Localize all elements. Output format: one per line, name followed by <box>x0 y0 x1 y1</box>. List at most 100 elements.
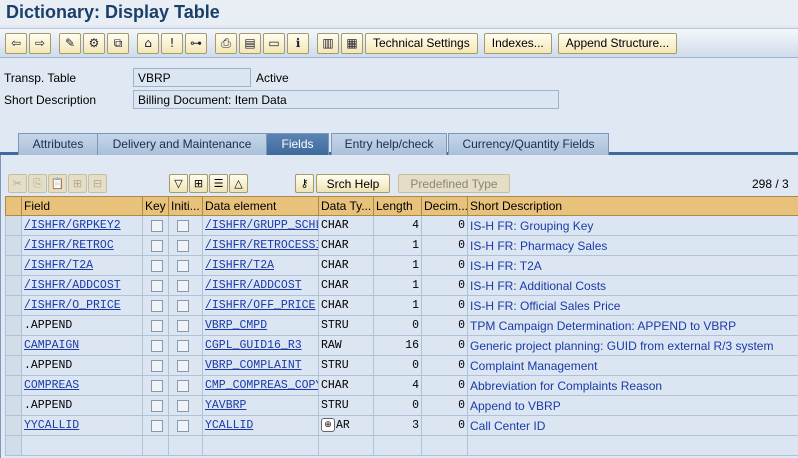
key-checkbox[interactable] <box>151 300 163 313</box>
row-selector[interactable] <box>5 235 22 256</box>
field-name-link[interactable]: /ISHFR/O_PRICE <box>24 299 121 312</box>
key-checkbox[interactable] <box>151 400 163 413</box>
data-element-cell[interactable]: CGPL_GUID16_R3 <box>202 335 319 356</box>
field-name-link[interactable]: COMPREAS <box>24 379 79 392</box>
indexes-button[interactable]: Indexes... <box>483 32 552 54</box>
expand-icon[interactable]: ⊞ <box>189 174 208 193</box>
field-cell[interactable]: /ISHFR/T2A <box>21 255 143 276</box>
table-row[interactable]: /ISHFR/T2A/ISHFR/T2A CHAR 1 0 IS-H FR: T2A <box>5 255 798 276</box>
field-cell[interactable]: /ISHFR/GRPKEY2 <box>21 215 143 236</box>
data-element-cell[interactable]: VBRP_COMPLAINT <box>202 355 319 376</box>
table-row[interactable]: .APPEND YAVBRP STRU 0 0 Append to VBRP <box>5 395 798 416</box>
forward-icon[interactable]: ⇨ <box>29 32 51 54</box>
field-name-link[interactable]: /ISHFR/ADDCOST <box>24 279 121 292</box>
row-selector[interactable] <box>5 295 22 316</box>
tab-currency-quantity-fields[interactable]: Currency/Quantity Fields <box>448 133 609 155</box>
data-element-cell[interactable]: /ISHFR/OFF_PRICE <box>202 295 319 316</box>
key-checkbox[interactable] <box>151 280 163 293</box>
data-element-cell[interactable]: YCALLID <box>202 415 319 436</box>
column-header-data-element[interactable]: Data element <box>202 196 319 216</box>
table-row[interactable]: /ISHFR/GRPKEY2/ISHFR/GRUPP_SCHL CHAR 4 0 IS-… <box>5 215 798 236</box>
predefined-type-button[interactable]: Predefined Type <box>398 174 510 193</box>
data-element-link[interactable]: VBRP_COMPLAINT <box>205 359 302 372</box>
data-element-link[interactable]: /ISHFR/GRUPP_SCHL <box>205 219 318 232</box>
table-row[interactable]: /ISHFR/ADDCOST/ISHFR/ADDCOST CHAR 1 0 IS-H F… <box>5 275 798 296</box>
field-cell[interactable]: COMPREAS <box>21 375 143 396</box>
where-used-icon[interactable]: ⧉ <box>107 32 129 54</box>
data-element-cell[interactable]: /ISHFR/RETROCESSI <box>202 235 319 256</box>
copy-icon[interactable]: ⎘ <box>28 174 47 193</box>
data-element-link[interactable]: YAVBRP <box>205 399 246 412</box>
field-cell[interactable]: YYCALLID <box>21 415 143 436</box>
table-row[interactable]: /ISHFR/RETROC/ISHFR/RETROCESSI CHAR 1 0 IS-H… <box>5 235 798 256</box>
key-checkbox[interactable] <box>151 320 163 333</box>
key-checkbox[interactable] <box>151 220 163 233</box>
key-checkbox[interactable] <box>151 420 163 433</box>
data-element-link[interactable]: CMP_COMPREAS_COPY <box>205 379 318 392</box>
technical-settings-button[interactable]: Technical Settings <box>365 32 478 54</box>
short-description-field[interactable]: Billing Document: Item Data <box>133 90 559 109</box>
f4-help-icon[interactable]: ⊕ <box>321 418 335 433</box>
activate-icon[interactable]: ⌂ <box>137 32 159 54</box>
initial-checkbox[interactable] <box>177 320 189 333</box>
field-cell[interactable]: .APPEND <box>21 355 143 376</box>
field-name-link[interactable]: /ISHFR/GRPKEY2 <box>24 219 121 232</box>
initial-checkbox[interactable] <box>177 220 189 233</box>
table-row[interactable]: CAMPAIGN CGPL_GUID16_R3 RAW 16 0 Generic proj… <box>5 335 798 356</box>
grid-icon[interactable]: ▦ <box>341 32 363 54</box>
search-help-key-icon[interactable]: ⚷ <box>295 174 314 193</box>
row-selector[interactable] <box>5 375 22 396</box>
display-change-icon[interactable]: ✎ <box>59 32 81 54</box>
field-name-link[interactable]: YYCALLID <box>24 419 79 432</box>
check-icon[interactable]: ! <box>161 32 183 54</box>
key-checkbox[interactable] <box>151 360 163 373</box>
select-all-header[interactable] <box>5 196 22 216</box>
row-selector[interactable] <box>5 215 22 236</box>
field-name-link[interactable]: CAMPAIGN <box>24 339 79 352</box>
field-cell[interactable]: /ISHFR/O_PRICE <box>21 295 143 316</box>
table-row[interactable]: .APPEND VBRP_CMPD STRU 0 0 TPM Campaign Deter… <box>5 315 798 336</box>
initial-checkbox[interactable] <box>177 360 189 373</box>
data-element-link[interactable]: /ISHFR/ADDCOST <box>205 279 302 292</box>
columns-icon[interactable]: ▥ <box>317 32 339 54</box>
collapse-icon[interactable]: ☰ <box>209 174 228 193</box>
data-element-cell[interactable]: YAVBRP <box>202 395 319 416</box>
data-element-link[interactable]: /ISHFR/OFF_PRICE <box>205 299 315 312</box>
column-header-short-description[interactable]: Short Description <box>467 196 798 216</box>
table-row[interactable]: /ISHFR/O_PRICE/ISHFR/OFF_PRICE CHAR 1 0 IS-H… <box>5 295 798 316</box>
row-selector[interactable] <box>5 275 22 296</box>
cut-icon[interactable]: ✂ <box>8 174 27 193</box>
data-element-cell[interactable]: /ISHFR/ADDCOST <box>202 275 319 296</box>
other-object-icon[interactable]: ⚙ <box>83 32 105 54</box>
column-header-field[interactable]: Field <box>21 196 143 216</box>
initial-checkbox[interactable] <box>177 400 189 413</box>
row-selector[interactable] <box>5 315 22 336</box>
key-checkbox[interactable] <box>151 260 163 273</box>
back-icon[interactable]: ⇦ <box>5 32 27 54</box>
column-header-decimals[interactable]: Decim... <box>421 196 468 216</box>
field-name-link[interactable]: /ISHFR/T2A <box>24 259 93 272</box>
data-element-cell[interactable]: /ISHFR/T2A <box>202 255 319 276</box>
window-icon[interactable]: ▭ <box>263 32 285 54</box>
tab-fields[interactable]: Fields <box>266 133 329 155</box>
row-selector[interactable] <box>5 415 22 436</box>
row-selector[interactable] <box>5 355 22 376</box>
row-selector[interactable] <box>5 255 22 276</box>
hierarchy-icon[interactable]: ⊶ <box>185 32 207 54</box>
initial-checkbox[interactable] <box>177 260 189 273</box>
tab-entry-help-check[interactable]: Entry help/check <box>331 133 447 155</box>
column-header-key[interactable]: Key <box>142 196 169 216</box>
tab-delivery-maintenance[interactable]: Delivery and Maintenance <box>97 133 267 155</box>
data-element-cell[interactable]: CMP_COMPREAS_COPY <box>202 375 319 396</box>
insert-row-icon[interactable]: ⊞ <box>68 174 87 193</box>
field-cell[interactable]: .APPEND <box>21 395 143 416</box>
data-element-link[interactable]: /ISHFR/T2A <box>205 259 274 272</box>
scroll-down-icon[interactable]: ▽ <box>169 174 188 193</box>
delete-row-icon[interactable]: ⊟ <box>88 174 107 193</box>
table-name-field[interactable]: VBRP <box>133 68 251 87</box>
key-checkbox[interactable] <box>151 340 163 353</box>
column-header-initial[interactable]: Initi... <box>168 196 203 216</box>
data-element-cell[interactable]: /ISHFR/GRUPP_SCHL <box>202 215 319 236</box>
srch-help-button[interactable]: Srch Help <box>316 174 390 193</box>
layout-icon[interactable]: ▤ <box>239 32 261 54</box>
